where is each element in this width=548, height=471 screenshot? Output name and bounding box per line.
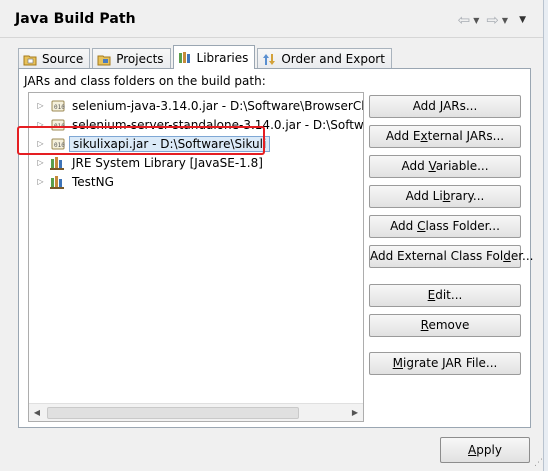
scroll-left-icon[interactable]: ◀ [29, 404, 45, 421]
tree-item-label: TestNG [72, 174, 114, 189]
add-external-jars-button[interactable]: Add External JARs... [369, 125, 521, 148]
remove-button[interactable]: Remove [369, 314, 521, 337]
tab-projects[interactable]: Projects [92, 48, 171, 69]
scrollbar-thumb[interactable] [47, 407, 299, 419]
add-variable-button[interactable]: Add Variable... [369, 155, 521, 178]
tree-item[interactable]: ▷ 010 selenium-java-3.14.0.jar - D:\Soft… [29, 96, 363, 115]
forward-arrow-icon[interactable]: ⇨ [486, 11, 499, 29]
migrate-jar-file-button[interactable]: Migrate JAR File... [369, 352, 521, 375]
back-dropdown-icon[interactable]: ▼ [473, 16, 479, 25]
tab-order-export-label: Order and Export [281, 52, 385, 66]
expand-twistie-icon[interactable]: ▷ [35, 177, 46, 186]
projects-icon [97, 53, 111, 66]
tab-projects-label: Projects [116, 52, 164, 66]
source-folder-icon [23, 53, 37, 66]
add-external-class-folder-button[interactable]: Add External Class Folder... [369, 245, 533, 268]
forward-dropdown-icon[interactable]: ▼ [502, 16, 508, 25]
expand-twistie-icon[interactable]: ▷ [35, 158, 46, 167]
svg-text:010: 010 [54, 104, 65, 111]
annotation-highlight-box [17, 126, 265, 155]
tab-libraries[interactable]: Libraries [172, 45, 256, 69]
tab-order-and-export[interactable]: Order and Export [257, 48, 392, 69]
tree-item-label: JRE System Library [JavaSE-1.8] [72, 155, 263, 170]
page-title: Java Build Path [15, 11, 136, 27]
view-menu-icon[interactable]: ▼ [519, 15, 526, 25]
libraries-icon [178, 51, 192, 64]
tab-source-label: Source [42, 52, 84, 66]
jar-icon: 010 [50, 98, 66, 114]
build-path-label: JARs and class folders on the build path… [24, 74, 266, 88]
expand-twistie-icon[interactable]: ▷ [35, 101, 46, 110]
scroll-right-icon[interactable]: ▶ [347, 404, 363, 421]
edit-button[interactable]: Edit... [369, 284, 521, 307]
tab-libraries-label: Libraries [196, 50, 249, 65]
editor-edge-strip [544, 0, 548, 471]
add-jars-button[interactable]: Add JARs... [369, 95, 521, 118]
add-library-button[interactable]: Add Library... [369, 185, 521, 208]
resize-grip-icon[interactable]: ⋰ [534, 458, 543, 468]
apply-button[interactable]: Apply [440, 437, 530, 463]
tree-item-label: selenium-java-3.14.0.jar - D:\Software\B… [72, 98, 363, 113]
tree-item[interactable]: ▷ TestNG [29, 172, 114, 191]
history-navigation: ⇦ ▼ ⇨ ▼ ▼ [458, 11, 526, 29]
tree-item[interactable]: ▷ JRE System Library [JavaSE-1.8] [29, 153, 263, 172]
back-arrow-icon[interactable]: ⇦ [458, 11, 471, 29]
build-path-tabs: Source Projects Libraries Order and Expo… [18, 45, 394, 69]
library-icon [50, 155, 66, 171]
horizontal-scrollbar[interactable]: ◀ ▶ [29, 403, 363, 421]
add-class-folder-button[interactable]: Add Class Folder... [369, 215, 521, 238]
tab-source[interactable]: Source [18, 48, 91, 69]
order-export-icon [262, 53, 276, 66]
title-separator [0, 37, 543, 38]
library-icon [50, 174, 66, 190]
